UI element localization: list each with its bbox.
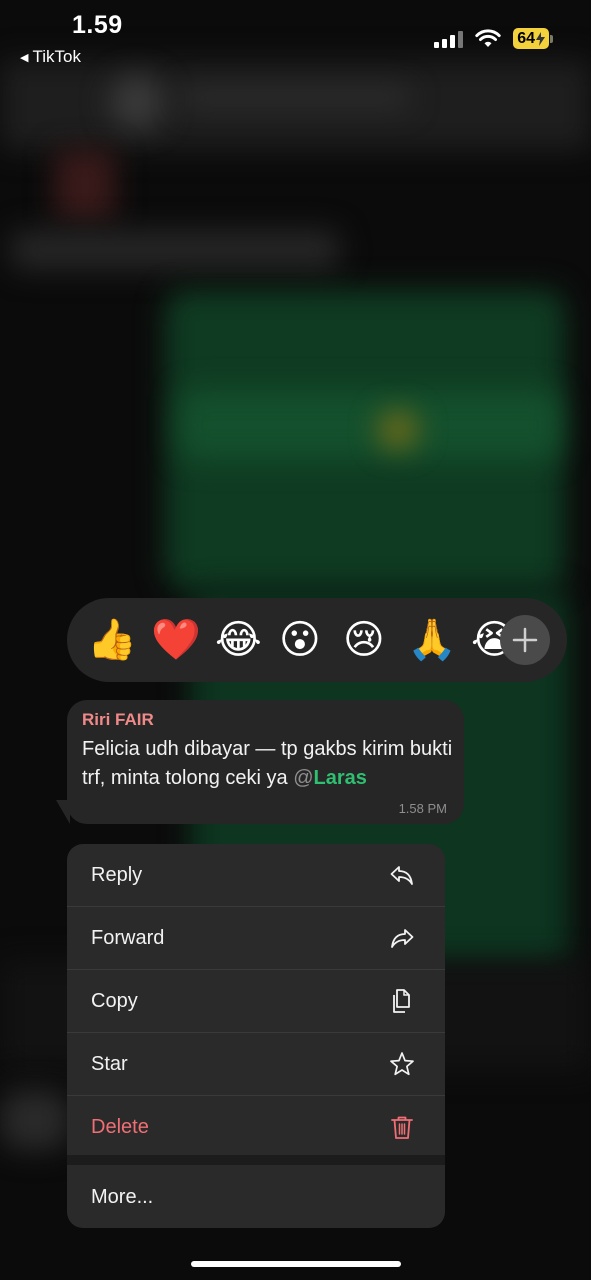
menu-item-label: Forward bbox=[91, 926, 165, 949]
menu-item-label: Star bbox=[91, 1052, 128, 1075]
menu-item-reply[interactable]: Reply bbox=[67, 844, 445, 906]
blurred-avatar bbox=[0, 1090, 70, 1150]
avatar-blurred bbox=[110, 75, 164, 129]
add-reaction-button[interactable] bbox=[500, 615, 550, 665]
reaction-thumbs-up[interactable]: 👍 bbox=[87, 616, 137, 664]
blurred-message bbox=[10, 230, 340, 270]
reaction-pray[interactable]: 🙏 bbox=[407, 616, 457, 664]
back-app-label: TikTok bbox=[32, 47, 81, 66]
star-icon bbox=[390, 1052, 414, 1076]
trash-icon bbox=[391, 1116, 413, 1139]
mention-at: @ bbox=[293, 767, 314, 789]
forward-icon bbox=[391, 929, 414, 948]
message-text: Felicia udh dibayar — tp gakbs kirim buk… bbox=[82, 735, 457, 793]
menu-item-label: Delete bbox=[91, 1115, 149, 1138]
status-time: 1.59 bbox=[72, 11, 123, 39]
message-timestamp: 1.58 PM bbox=[398, 801, 447, 816]
back-to-app-button[interactable]: ◀ TikTok bbox=[20, 47, 81, 67]
charging-bolt-icon bbox=[536, 31, 545, 46]
reaction-sad[interactable]: 😢 bbox=[343, 616, 385, 664]
plus-icon bbox=[512, 627, 538, 653]
menu-item-forward[interactable]: Forward bbox=[67, 907, 445, 969]
message-context-menu: Reply Forward Copy Star Delete More... bbox=[67, 844, 445, 1228]
menu-item-label: Reply bbox=[91, 863, 143, 886]
battery-level: 64 bbox=[517, 30, 535, 47]
menu-section-divider bbox=[67, 1155, 445, 1165]
battery-icon: 64 bbox=[513, 28, 553, 49]
home-indicator[interactable] bbox=[191, 1261, 401, 1267]
message-bubble[interactable]: Riri FAIR Felicia udh dibayar — tp gakbs… bbox=[67, 700, 464, 824]
mention-name[interactable]: Laras bbox=[314, 767, 367, 789]
blurred-shape bbox=[55, 150, 115, 220]
menu-item-more[interactable]: More... bbox=[67, 1166, 445, 1228]
reaction-bar: 👍 ❤️ 😂 😮 😢 🙏 😭 bbox=[67, 598, 567, 682]
menu-item-delete[interactable]: Delete bbox=[67, 1096, 445, 1158]
menu-item-label: More... bbox=[91, 1185, 154, 1208]
header-title-blurred bbox=[180, 88, 410, 108]
message-body: Felicia udh dibayar — tp gakbs kirim buk… bbox=[82, 738, 453, 789]
menu-item-label: Copy bbox=[91, 989, 138, 1012]
reaction-laugh[interactable]: 😂 bbox=[215, 616, 262, 664]
status-indicators: 64 bbox=[434, 28, 553, 49]
blurred-emoji bbox=[378, 410, 418, 450]
reaction-heart[interactable]: ❤️ bbox=[151, 616, 201, 664]
menu-item-copy[interactable]: Copy bbox=[67, 970, 445, 1032]
menu-item-star[interactable]: Star bbox=[67, 1033, 445, 1095]
back-triangle-icon: ◀ bbox=[20, 51, 29, 64]
sender-name: Riri FAIR bbox=[82, 710, 154, 729]
wifi-icon bbox=[475, 28, 501, 47]
reaction-surprised[interactable]: 😮 bbox=[279, 616, 321, 664]
blurred-message bbox=[180, 390, 560, 460]
copy-icon bbox=[393, 989, 410, 1013]
cellular-signal-icon bbox=[434, 30, 464, 48]
reply-icon bbox=[390, 866, 413, 885]
